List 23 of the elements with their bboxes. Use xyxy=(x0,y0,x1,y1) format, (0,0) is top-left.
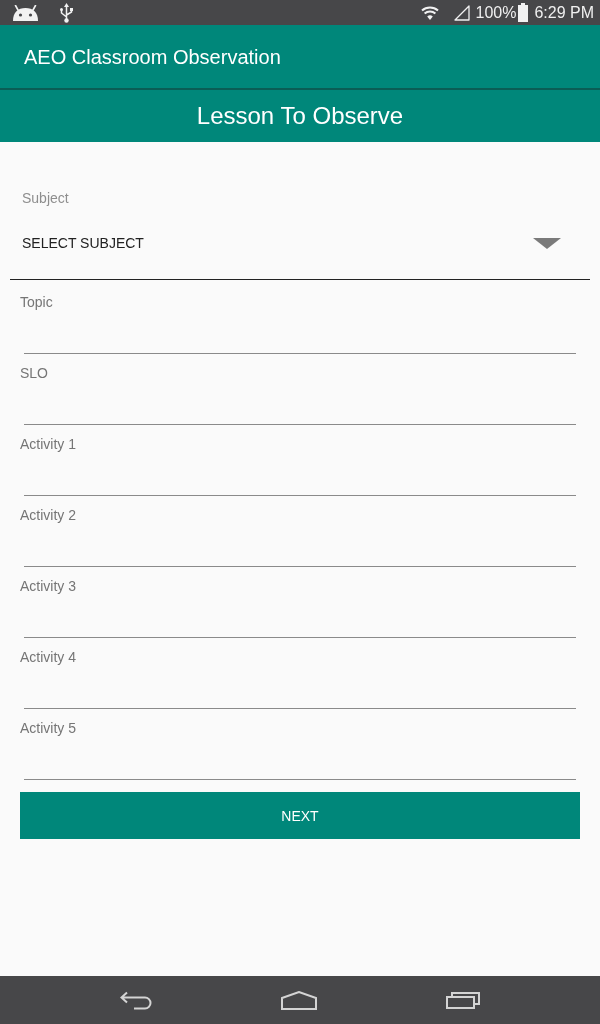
recent-apps-icon[interactable] xyxy=(446,991,480,1009)
battery-percent: 100% xyxy=(475,3,517,22)
field-label: Activity 4 xyxy=(20,649,76,665)
section-title: Lesson To Observe xyxy=(196,102,404,130)
field-label: Activity 1 xyxy=(20,436,76,452)
back-icon[interactable] xyxy=(120,990,152,1010)
signal-icon xyxy=(454,4,471,21)
field-label: Activity 5 xyxy=(20,720,76,736)
field-label: Activity 2 xyxy=(20,507,76,523)
subject-dropdown[interactable]: SELECT SUBJECT xyxy=(10,208,590,280)
battery-icon xyxy=(518,3,529,22)
wifi-icon xyxy=(421,5,440,20)
clock-time: 6:29 PM xyxy=(534,3,594,22)
field-label: Activity 3 xyxy=(20,578,76,594)
android-robot-icon xyxy=(13,4,38,21)
home-icon[interactable] xyxy=(281,990,317,1010)
usb-icon xyxy=(60,2,73,23)
app-title: AEO Classroom Observation xyxy=(24,44,281,69)
dropdown-caret-icon xyxy=(533,237,561,249)
field-label: Subject xyxy=(22,190,69,206)
next-button[interactable]: NEXT xyxy=(20,792,580,839)
field-label: Topic xyxy=(20,294,53,310)
field-label: SLO xyxy=(20,365,48,381)
